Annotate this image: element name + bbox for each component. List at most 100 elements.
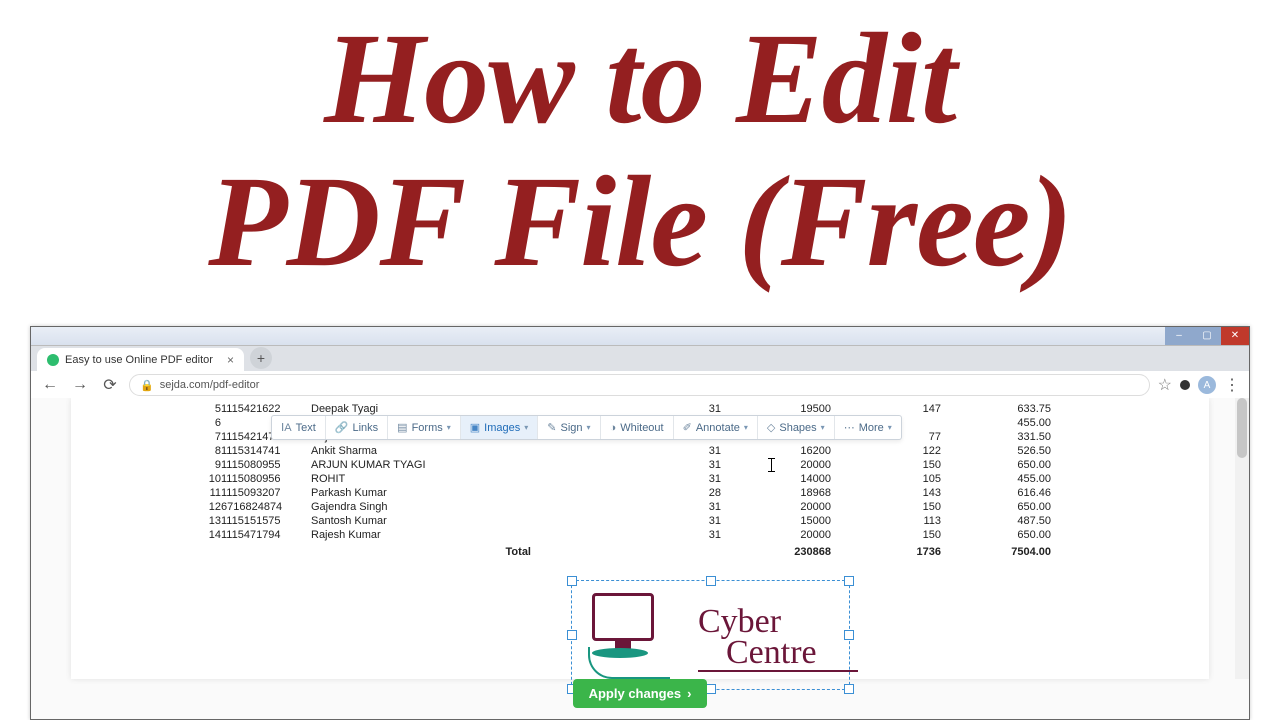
row-number: 9: [161, 458, 221, 472]
toolbar-sign-button[interactable]: ✎Sign▾: [538, 416, 600, 439]
cell-total: 455.00: [941, 416, 1051, 430]
toolbar-shapes-button[interactable]: ◇Shapes▾: [758, 416, 835, 439]
pdf-sheet[interactable]: 51115421622Deepak Tyagi3119500147633.756…: [71, 398, 1209, 679]
toolbar-whiteout-button[interactable]: ◑Whiteout: [601, 416, 674, 439]
cell-col-b: 122: [831, 444, 941, 458]
bookmark-star-icon[interactable]: ☆: [1158, 375, 1172, 395]
total-b: 1736: [831, 542, 941, 559]
cell-col-b: 105: [831, 472, 941, 486]
cell-days: 31: [561, 402, 721, 416]
cell-total: 650.00: [941, 500, 1051, 514]
table-row: 81115314741Ankit Sharma3116200122526.50: [161, 444, 1051, 458]
cell-amount: 20000: [721, 528, 831, 542]
table-row: 141115471794Rajesh Kumar3120000150650.00: [161, 528, 1051, 542]
total-label: Total: [311, 542, 561, 559]
nav-forward-button[interactable]: →: [69, 374, 91, 396]
cell-amount: 14000: [721, 472, 831, 486]
row-number: 6: [161, 416, 221, 430]
text-icon: ꓲA: [281, 421, 292, 434]
cell-col-b: 150: [831, 528, 941, 542]
cell-total: 650.00: [941, 528, 1051, 542]
cell-days: 28: [561, 486, 721, 500]
cell-days: 31: [561, 458, 721, 472]
nav-back-button[interactable]: ←: [39, 374, 61, 396]
window-maximize-button[interactable]: ▢: [1193, 327, 1221, 345]
inserted-image[interactable]: Cyber Centre: [578, 587, 843, 683]
cell-name: Gajendra Singh: [311, 500, 561, 514]
cell-col-b: 150: [831, 500, 941, 514]
image-selection-box[interactable]: Cyber Centre: [571, 580, 850, 690]
row-number: 5: [161, 402, 221, 416]
toolbar-forms-button[interactable]: ▤Forms▾: [388, 416, 461, 439]
toolbar-annotate-button[interactable]: ✐Annotate▾: [674, 416, 758, 439]
cell-days: 31: [561, 472, 721, 486]
resize-handle[interactable]: [567, 576, 577, 586]
total-amount: 230868: [721, 542, 831, 559]
extension-icon[interactable]: [1180, 380, 1190, 390]
cell-days: 31: [561, 528, 721, 542]
headline-line2: PDF File (Free): [0, 151, 1280, 294]
cell-col-b: 143: [831, 486, 941, 500]
table-row: 111115093207Parkash Kumar2818968143616.4…: [161, 486, 1051, 500]
link-icon: 🔗: [335, 421, 349, 434]
more-icon: ⋯: [844, 421, 855, 434]
toolbar-images-button[interactable]: ▣Images▾: [461, 416, 539, 439]
cell-col-b: 113: [831, 514, 941, 528]
image-icon: ▣: [470, 421, 480, 434]
form-icon: ▤: [397, 421, 407, 434]
toolbar-text-button[interactable]: ꓲAText: [272, 416, 326, 439]
cell-col-b: 147: [831, 402, 941, 416]
cell-days: 31: [561, 500, 721, 514]
chevron-down-icon: ▾: [888, 423, 892, 432]
apply-label: Apply changes: [589, 686, 681, 701]
whiteout-icon: ◑: [610, 422, 617, 434]
address-row: ← → ⟳ 🔒 sejda.com/pdf-editor ☆ A ⋮: [31, 371, 1249, 400]
cell-total: 633.75: [941, 402, 1051, 416]
toolbar-links-button[interactable]: 🔗Links: [326, 416, 388, 439]
vertical-scrollbar[interactable]: [1235, 398, 1249, 679]
chevron-down-icon: ▾: [744, 423, 748, 432]
nav-reload-button[interactable]: ⟳: [99, 374, 121, 396]
cell-col-b: 150: [831, 458, 941, 472]
toolbar-more-button[interactable]: ⋯More▾: [835, 416, 901, 439]
cell-amount: 19500: [721, 402, 831, 416]
window-close-button[interactable]: ✕: [1221, 327, 1249, 345]
window-titlebar: – ▢ ✕: [31, 327, 1249, 346]
tab-close-icon[interactable]: ×: [227, 353, 234, 367]
text-cursor-icon: [771, 458, 772, 472]
favicon-icon: [47, 354, 59, 366]
cell-id: 1115314741: [221, 444, 311, 458]
logo-line2: Centre: [726, 638, 858, 669]
cell-amount: 16200: [721, 444, 831, 458]
browser-window: – ▢ ✕ Easy to use Online PDF editor × + …: [30, 326, 1250, 720]
url-text: sejda.com/pdf-editor: [160, 379, 260, 391]
cell-id: 6716824874: [221, 500, 311, 514]
total-t: 7504.00: [941, 542, 1051, 559]
cell-amount: 20000: [721, 458, 831, 472]
cell-id: 1115471794: [221, 528, 311, 542]
apply-bar: Apply changes ›: [31, 679, 1249, 719]
menu-kebab-icon[interactable]: ⋮: [1224, 375, 1241, 395]
apply-changes-button[interactable]: Apply changes ›: [573, 679, 708, 708]
scrollbar-thumb[interactable]: [1237, 398, 1247, 458]
cell-total: 616.46: [941, 486, 1051, 500]
resize-handle[interactable]: [844, 576, 854, 586]
resize-handle[interactable]: [706, 576, 716, 586]
chevron-down-icon: ▾: [447, 423, 451, 432]
cell-id: 1115080956: [221, 472, 311, 486]
new-tab-button[interactable]: +: [250, 347, 272, 369]
table-row: 101115080956ROHIT3114000105455.00: [161, 472, 1051, 486]
cell-days: 31: [561, 444, 721, 458]
row-number: 7: [161, 430, 221, 444]
lock-icon: 🔒: [140, 379, 154, 392]
cell-name: ARJUN KUMAR TYAGI: [311, 458, 561, 472]
sign-icon: ✎: [547, 421, 556, 434]
resize-handle[interactable]: [567, 630, 577, 640]
address-bar[interactable]: 🔒 sejda.com/pdf-editor: [129, 374, 1150, 396]
editor-toolbar: ꓲAText 🔗Links ▤Forms▾ ▣Images▾ ✎Sign▾ ◑W…: [271, 415, 902, 440]
cell-total: 487.50: [941, 514, 1051, 528]
window-minimize-button[interactable]: –: [1165, 327, 1193, 345]
cell-id: 1115421622: [221, 402, 311, 416]
profile-avatar[interactable]: A: [1198, 376, 1216, 394]
browser-tab[interactable]: Easy to use Online PDF editor ×: [37, 348, 244, 371]
